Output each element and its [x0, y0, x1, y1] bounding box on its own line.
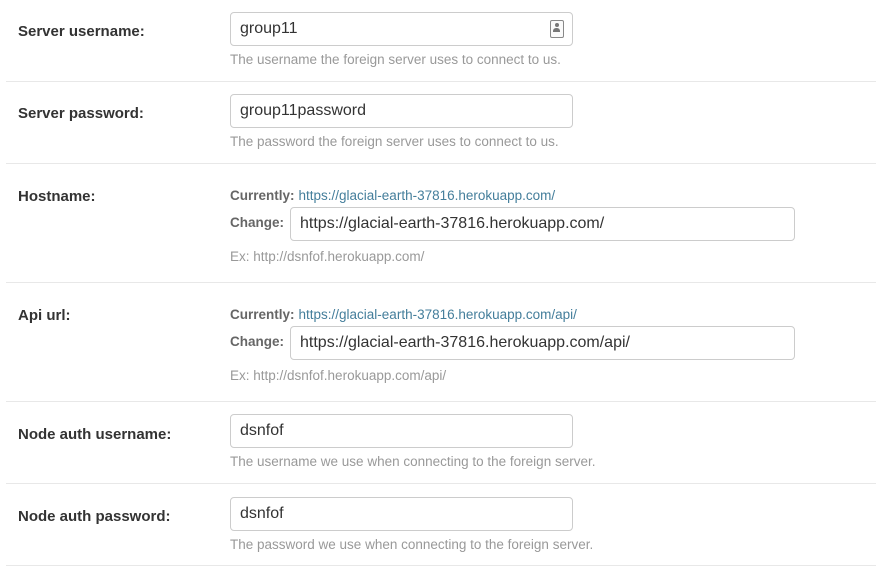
api-url-change-label: Change: — [230, 334, 284, 349]
server-username-input[interactable]: group11 — [230, 12, 573, 46]
node-auth-password-field: dsnfof The password we use when connecti… — [230, 497, 593, 552]
hostname-input[interactable]: https://glacial-earth-37816.herokuapp.co… — [290, 207, 795, 241]
node-settings-form: Server username: group11 The username th… — [0, 0, 876, 566]
form-row-node-auth-username: Node auth username: dsnfof The username … — [6, 402, 876, 484]
server-password-field: group11password The password the foreign… — [230, 94, 573, 149]
api-url-value: https://glacial-earth-37816.herokuapp.co… — [300, 334, 630, 351]
hostname-currently: Currently: https://glacial-earth-37816.h… — [230, 188, 795, 203]
hostname-label: Hostname: — [18, 188, 96, 205]
node-auth-password-value: dsnfof — [240, 505, 284, 522]
server-username-value: group11 — [240, 20, 298, 37]
hostname-change-label: Change: — [230, 215, 284, 230]
server-password-label: Server password: — [18, 105, 144, 122]
node-auth-password-label: Node auth password: — [18, 508, 171, 525]
server-username-field: group11 The username the foreign server … — [230, 12, 573, 67]
api-url-currently: Currently: https://glacial-earth-37816.h… — [230, 307, 795, 322]
node-auth-username-label: Node auth username: — [18, 426, 172, 443]
form-row-server-username: Server username: group11 The username th… — [6, 0, 876, 82]
api-url-help: Ex: http://dsnfof.herokuapp.com/api/ — [230, 368, 447, 383]
contact-card-icon[interactable] — [550, 20, 564, 38]
hostname-currently-label: Currently: — [230, 188, 295, 203]
hostname-change: Change: https://glacial-earth-37816.hero… — [230, 207, 795, 241]
node-auth-username-value: dsnfof — [240, 422, 284, 439]
node-auth-password-input[interactable]: dsnfof — [230, 497, 573, 531]
node-auth-username-field: dsnfof The username we use when connecti… — [230, 414, 595, 469]
api-url-input[interactable]: https://glacial-earth-37816.herokuapp.co… — [290, 326, 795, 360]
form-row-server-password: Server password: group11password The pas… — [6, 82, 876, 164]
api-url-field: Currently: https://glacial-earth-37816.h… — [230, 307, 795, 383]
server-username-help: The username the foreign server uses to … — [230, 52, 561, 67]
api-url-currently-label: Currently: — [230, 307, 295, 322]
api-url-currently-link[interactable]: https://glacial-earth-37816.herokuapp.co… — [299, 307, 577, 322]
node-auth-username-help: The username we use when connecting to t… — [230, 454, 596, 469]
node-auth-password-help: The password we use when connecting to t… — [230, 537, 594, 552]
server-password-input[interactable]: group11password — [230, 94, 573, 128]
api-url-change: Change: https://glacial-earth-37816.hero… — [230, 326, 795, 360]
hostname-value: https://glacial-earth-37816.herokuapp.co… — [300, 215, 605, 232]
hostname-field: Currently: https://glacial-earth-37816.h… — [230, 188, 795, 264]
form-row-node-auth-password: Node auth password: dsnfof The password … — [6, 484, 876, 566]
node-auth-username-input[interactable]: dsnfof — [230, 414, 573, 448]
form-row-api-url: Api url: Currently: https://glacial-eart… — [6, 283, 876, 402]
server-username-label: Server username: — [18, 23, 145, 40]
server-password-value: group11password — [240, 102, 367, 119]
hostname-currently-link[interactable]: https://glacial-earth-37816.herokuapp.co… — [299, 188, 556, 203]
api-url-label: Api url: — [18, 307, 71, 324]
server-password-help: The password the foreign server uses to … — [230, 134, 559, 149]
form-row-hostname: Hostname: Currently: https://glacial-ear… — [6, 164, 876, 283]
hostname-help: Ex: http://dsnfof.herokuapp.com/ — [230, 249, 425, 264]
